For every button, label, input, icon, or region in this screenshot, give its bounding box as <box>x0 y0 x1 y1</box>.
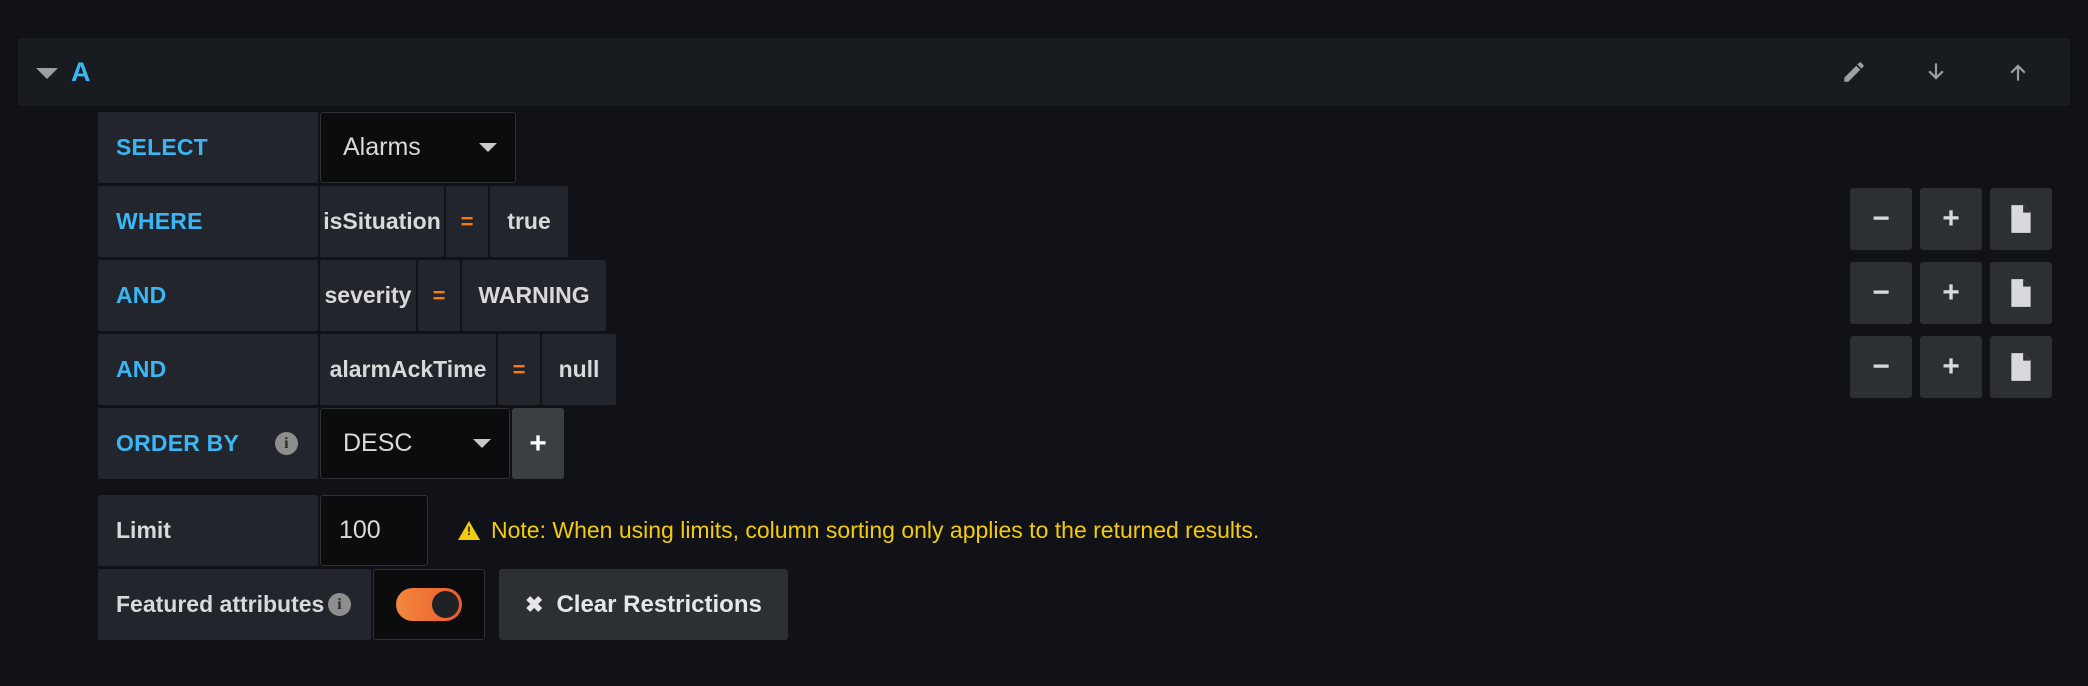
featured-attributes-label-text: Featured attributes <box>116 591 325 617</box>
toggle-knob <box>432 591 459 618</box>
minus-icon: − <box>1872 350 1890 383</box>
remove-condition-button-2[interactable]: − <box>1850 336 1912 398</box>
plus-icon: + <box>1942 202 1960 235</box>
and-keyword-label-2: AND <box>98 334 318 405</box>
query-builder-rows: SELECT Alarms WHERE isSituation = true A… <box>98 112 1259 643</box>
and-keyword-label-1: AND <box>98 260 318 331</box>
condition-actions-row-0: − + <box>1850 188 2052 250</box>
close-icon: ✖ <box>525 591 544 617</box>
add-condition-button-0[interactable]: + <box>1920 188 1982 250</box>
where-operator-1[interactable]: = <box>418 260 460 331</box>
add-condition-button-1[interactable]: + <box>1920 262 1982 324</box>
condition-actions-row-1: − + <box>1850 262 2052 324</box>
limit-note: Note: When using limits, column sorting … <box>458 495 1259 566</box>
limit-note-text: Note: When using limits, column sorting … <box>491 517 1260 543</box>
document-icon <box>2011 205 2031 233</box>
order-by-keyword-label: ORDER BY i <box>98 408 318 479</box>
featured-attributes-row: Featured attributes i ✖ Clear Restrictio… <box>98 569 1259 640</box>
document-icon <box>2011 279 2031 307</box>
where-value-1[interactable]: WARNING <box>462 260 606 331</box>
featured-attributes-label: Featured attributes i <box>98 569 371 640</box>
select-row: SELECT Alarms <box>98 112 1259 183</box>
header-actions <box>1840 58 2032 86</box>
condition-actions-row-2: − + <box>1850 336 2052 398</box>
query-row-header[interactable]: A <box>18 38 2070 106</box>
duplicate-condition-button-0[interactable] <box>1990 188 2052 250</box>
info-icon[interactable]: i <box>328 593 351 616</box>
limit-input[interactable]: 100 <box>320 495 428 566</box>
where-value-0[interactable]: true <box>490 186 568 257</box>
info-icon[interactable]: i <box>275 432 298 455</box>
query-editor: A SELECT Alarms WHERE isSituation = true… <box>0 0 2088 686</box>
duplicate-condition-button-1[interactable] <box>1990 262 2052 324</box>
plus-icon: + <box>1942 350 1960 383</box>
order-by-direction-dropdown[interactable]: DESC <box>320 408 510 479</box>
where-field-0[interactable]: isSituation <box>320 186 444 257</box>
select-entity-value: Alarms <box>343 133 421 161</box>
add-condition-button-2[interactable]: + <box>1920 336 1982 398</box>
clear-restrictions-button[interactable]: ✖ Clear Restrictions <box>499 569 788 640</box>
order-by-row: ORDER BY i DESC + <box>98 408 1259 479</box>
limit-row: Limit 100 Note: When using limits, colum… <box>98 495 1259 566</box>
condition-action-buttons: − + − + − + <box>1850 188 2052 410</box>
where-row: WHERE isSituation = true <box>98 186 1259 257</box>
warning-icon <box>458 521 480 540</box>
where-operator-0[interactable]: = <box>446 186 488 257</box>
document-icon <box>2011 353 2031 381</box>
and-row-2: AND alarmAckTime = null <box>98 334 1259 405</box>
where-field-1[interactable]: severity <box>320 260 416 331</box>
and-row-1: AND severity = WARNING <box>98 260 1259 331</box>
minus-icon: − <box>1872 276 1890 309</box>
featured-attributes-toggle[interactable] <box>373 569 485 640</box>
add-order-by-button[interactable]: + <box>512 408 564 479</box>
chevron-down-icon[interactable] <box>36 65 58 79</box>
toggle-track <box>396 588 462 621</box>
arrow-up-icon[interactable] <box>2004 58 2032 86</box>
arrow-down-icon[interactable] <box>1922 58 1950 86</box>
clear-restrictions-label: Clear Restrictions <box>556 590 762 618</box>
limit-label: Limit <box>98 495 318 566</box>
remove-condition-button-0[interactable]: − <box>1850 188 1912 250</box>
minus-icon: − <box>1872 202 1890 235</box>
remove-condition-button-1[interactable]: − <box>1850 262 1912 324</box>
order-by-label-text: ORDER BY <box>116 430 240 456</box>
select-entity-dropdown[interactable]: Alarms <box>320 112 516 183</box>
order-by-direction-value: DESC <box>343 429 413 457</box>
where-value-2[interactable]: null <box>542 334 616 405</box>
where-operator-2[interactable]: = <box>498 334 540 405</box>
pencil-icon[interactable] <box>1840 58 1868 86</box>
chevron-down-icon <box>479 143 497 152</box>
plus-icon: + <box>1942 276 1960 309</box>
where-field-2[interactable]: alarmAckTime <box>320 334 496 405</box>
query-ref-id: A <box>71 56 91 87</box>
duplicate-condition-button-2[interactable] <box>1990 336 2052 398</box>
chevron-down-icon <box>473 439 491 448</box>
select-keyword-label: SELECT <box>98 112 318 183</box>
where-keyword-label: WHERE <box>98 186 318 257</box>
